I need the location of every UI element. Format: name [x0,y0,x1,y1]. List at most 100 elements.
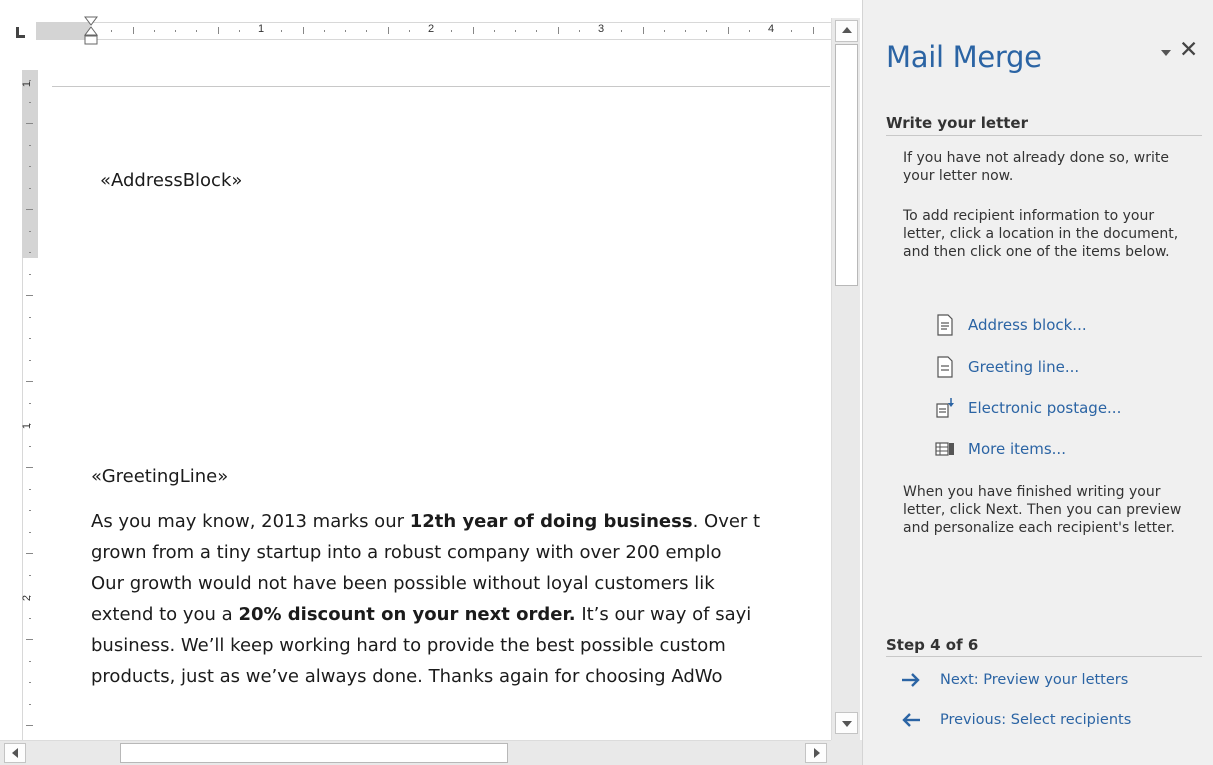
body-line: products, just as we’ve always done. Tha… [91,666,723,687]
arrow-left-icon [902,713,920,727]
write-letter-header: Write your letter [886,114,1028,132]
horizontal-scrollbar[interactable] [0,740,831,765]
scroll-right-button[interactable] [805,743,827,763]
vertical-ruler-tick [29,445,31,447]
chevron-down-icon [1161,50,1171,56]
vertical-ruler-tick [26,209,33,210]
vertical-ruler-tick [29,338,31,339]
step-divider [886,656,1202,657]
ruler-tick [515,30,516,32]
vertical-ruler-tick [29,144,31,146]
vertical-ruler-tick [29,166,31,167]
intro-text: If you have not already done so, write y… [903,150,1169,184]
ruler-tick [493,30,495,32]
letter-body-paragraph[interactable]: As you may know, 2013 marks our 12th yea… [91,506,830,692]
ruler-tick [642,27,644,34]
pane-options-button[interactable] [1160,46,1174,60]
ruler-tick [153,30,155,32]
vertical-ruler-tick [29,682,31,683]
vertical-scroll-thumb[interactable] [835,44,858,286]
indent-markers[interactable] [84,16,98,56]
ruler-number-4: 4 [768,23,775,35]
body-line: extend to you a 20% discount on your nex… [91,604,752,625]
tab-selector-button[interactable] [8,20,34,46]
document-page[interactable]: «AddressBlock» «GreetingLine» As you may… [52,88,830,738]
hanging-indent-icon [84,16,98,45]
ruler-tick [536,30,538,32]
body-line: business. We’ll keep working hard to pro… [91,635,726,656]
finish-text: When you have finished writing your lett… [903,484,1182,536]
ruler-tick [451,30,453,32]
vertical-ruler-tick [29,660,31,662]
scroll-down-button[interactable] [835,712,858,734]
vertical-ruler-tick [29,510,31,511]
ruler-tick [302,27,304,34]
ruler-body [90,22,831,40]
vertical-ruler[interactable]: 1 1 2 [18,70,38,740]
horizontal-scroll-thumb[interactable] [120,743,508,763]
address-block-field[interactable]: «AddressBlock» [100,170,242,191]
greeting-line-link[interactable]: Greeting line... [935,355,1079,379]
ruler-tick [578,30,580,32]
vertical-ruler-number-1: 1 [21,80,34,88]
vertical-ruler-tick [26,639,33,640]
instructions-text: To add recipient information to your let… [903,208,1179,260]
vertical-ruler-tick [26,553,33,554]
ruler-tick [663,30,665,32]
vertical-ruler-tick [29,101,31,103]
greeting-line-field[interactable]: «GreetingLine» [91,466,228,487]
more-items-icon [935,442,954,456]
vertical-ruler-tick [26,123,33,124]
address-block-label: Address block... [968,316,1087,334]
vertical-ruler-tick [29,703,31,705]
document-area: 1 2 3 4 1 1 2 «AddressBlock» «GreetingLi… [0,0,862,765]
vertical-ruler-tick [29,531,31,533]
vertical-ruler-tick [29,574,31,576]
ruler-tick [557,27,559,34]
ruler-tick [111,30,113,32]
arrow-left-icon [12,748,18,758]
scroll-left-button[interactable] [4,743,26,763]
previous-step-label: Previous: Select recipients [940,712,1132,728]
body-line: grown from a tiny startup into a robust … [91,542,722,563]
horizontal-ruler[interactable]: 1 2 3 4 [36,18,831,46]
scroll-up-button[interactable] [835,20,858,42]
vertical-ruler-tick [29,252,31,253]
vertical-ruler-number-1b: 1 [21,422,34,430]
ruler-tick [175,30,176,32]
section-divider [886,135,1202,136]
vertical-ruler-number-2: 2 [21,594,34,602]
ruler-tick [366,30,368,32]
ruler-left-margin [36,22,90,40]
next-step-label: Next: Preview your letters [940,672,1129,688]
vertical-ruler-tick [26,295,33,296]
vertical-ruler-tick [29,316,31,318]
ruler-tick [281,30,283,32]
address-block-icon [937,314,953,336]
arrow-right-icon [902,673,920,687]
electronic-postage-label: Electronic postage... [968,399,1122,417]
vertical-ruler-tick [26,725,33,726]
previous-step-link[interactable]: Previous: Select recipients [900,708,1131,732]
body-line: Our growth would not have been possible … [91,573,715,594]
vertical-ruler-tick [29,230,31,232]
more-items-link[interactable]: More items... [935,437,1066,461]
electronic-postage-link[interactable]: Electronic postage... [935,396,1121,420]
close-pane-button[interactable]: ✕ [1179,37,1198,63]
page-top-edge [52,86,830,87]
ruler-number-3: 3 [598,23,605,35]
vertical-ruler-tick [29,273,31,275]
ruler-tick [748,30,750,32]
vertical-ruler-tick [29,402,31,404]
scrollbar-corner [831,740,862,765]
ruler-tick [685,30,686,32]
arrow-up-icon [842,27,852,33]
next-step-link[interactable]: Next: Preview your letters [900,668,1128,692]
address-block-link[interactable]: Address block... [935,313,1087,337]
left-tab-icon [16,27,25,38]
ruler-tick [706,30,708,32]
vertical-scrollbar[interactable] [831,18,860,740]
greeting-line-label: Greeting line... [968,358,1080,376]
vertical-ruler-tick [29,488,31,490]
vertical-ruler-tick [26,381,33,382]
